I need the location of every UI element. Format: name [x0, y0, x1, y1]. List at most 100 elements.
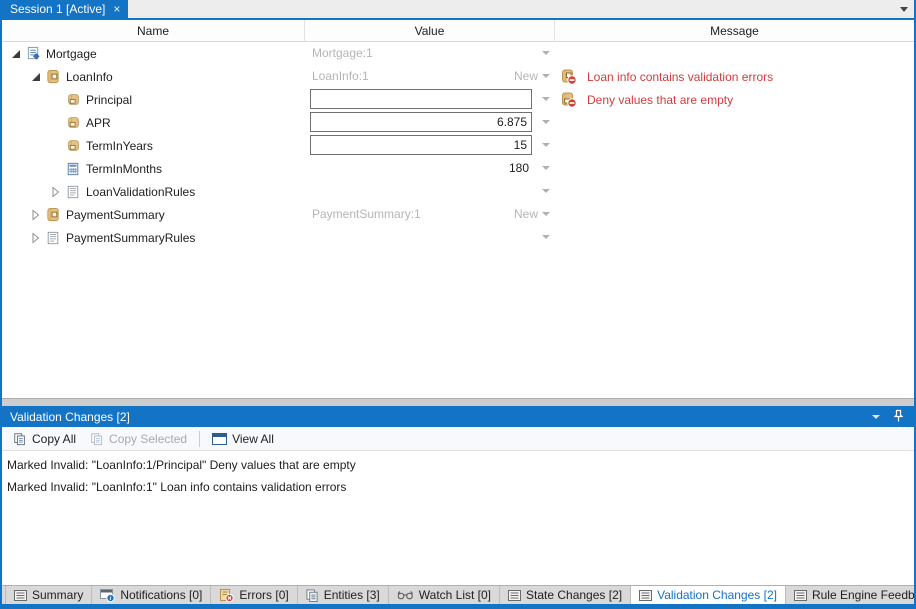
- tree-row-mortgage[interactable]: Mortgage Mortgage:1: [2, 42, 914, 65]
- tab-notifications[interactable]: i Notifications [0]: [92, 586, 211, 604]
- copy-selected-button[interactable]: Copy Selected: [85, 430, 192, 448]
- value-cell: [305, 88, 555, 111]
- apr-value-input[interactable]: [310, 112, 532, 132]
- tab-state-changes[interactable]: State Changes [2]: [500, 586, 631, 604]
- tree-row-label: LoanValidationRules: [86, 185, 195, 199]
- tab-validation-changes[interactable]: Validation Changes [2]: [631, 586, 786, 604]
- bottom-tab-bar: Summary i Notifications [0] Errors [0] E…: [2, 585, 914, 604]
- value-dropdown-icon[interactable]: [542, 74, 550, 78]
- copy-icon: [90, 432, 104, 446]
- terminyears-value-input[interactable]: [310, 135, 532, 155]
- tree-row-loaninfo[interactable]: LoanInfo LoanInfo:1 New Loan info contai…: [2, 65, 914, 88]
- expander-expanded-icon[interactable]: [30, 71, 42, 83]
- debug-session-window: Session 1 [Active] × Name Value Message …: [0, 0, 916, 609]
- value-cell[interactable]: 180: [305, 157, 555, 180]
- column-header-message[interactable]: Message: [555, 20, 914, 42]
- tree-row-label: TermInMonths: [86, 162, 162, 176]
- validation-panel-title: Validation Changes [2]: [10, 410, 130, 424]
- entity-icon: [45, 69, 61, 85]
- field-icon: [65, 138, 81, 154]
- panel-menu-chevron-icon[interactable]: [872, 415, 880, 419]
- validation-panel-header[interactable]: Validation Changes [2]: [2, 406, 914, 427]
- value-cell[interactable]: LoanInfo:1 New: [305, 65, 555, 88]
- summary-icon: [14, 590, 27, 601]
- session-tab-strip: Session 1 [Active] ×: [2, 0, 914, 20]
- expander-collapsed-icon[interactable]: [30, 209, 42, 221]
- tree-row-label: PaymentSummaryRules: [66, 231, 195, 245]
- tree-row-terminmonths[interactable]: TermInMonths 180: [2, 157, 914, 180]
- value-dropdown-icon[interactable]: [542, 120, 550, 124]
- toolbar-separator: [199, 431, 200, 447]
- tab-session-1[interactable]: Session 1 [Active] ×: [2, 0, 128, 18]
- copy-all-label: Copy All: [32, 432, 76, 446]
- session-tab-title: Session 1 [Active]: [10, 2, 105, 16]
- validation-message: Loan info contains validation errors: [587, 70, 773, 84]
- rules-icon: [65, 184, 81, 200]
- tab-errors[interactable]: Errors [0]: [211, 586, 297, 604]
- value-dropdown-icon[interactable]: [542, 212, 550, 216]
- view-all-button[interactable]: View All: [207, 430, 279, 448]
- value-cell[interactable]: [305, 180, 555, 203]
- column-header-value[interactable]: Value: [305, 20, 555, 42]
- tree-row-terminyears[interactable]: TermInYears: [2, 134, 914, 157]
- value-readonly: 180: [509, 161, 529, 175]
- value-cell[interactable]: [305, 226, 555, 249]
- field-icon: [65, 92, 81, 108]
- validation-message-row[interactable]: Marked Invalid: "LoanInfo:1" Loan info c…: [2, 476, 914, 498]
- tab-list-dropdown-icon[interactable]: [900, 7, 908, 12]
- expander-expanded-icon[interactable]: [10, 48, 22, 60]
- message-cell: Deny values that are empty: [555, 88, 914, 111]
- panel-splitter[interactable]: [2, 398, 914, 406]
- value-dropdown-icon[interactable]: [542, 235, 550, 239]
- tab-summary[interactable]: Summary: [5, 586, 92, 604]
- tree-row-apr[interactable]: APR: [2, 111, 914, 134]
- entities-icon: [306, 589, 319, 602]
- value-cell: [305, 111, 555, 134]
- expander-collapsed-icon[interactable]: [50, 186, 62, 198]
- value-cell: [305, 134, 555, 157]
- value-dropdown-icon[interactable]: [542, 189, 550, 193]
- validation-message-row[interactable]: Marked Invalid: "LoanInfo:1/Principal" D…: [2, 454, 914, 476]
- tree-row-principal[interactable]: Principal Deny values that are empty: [2, 88, 914, 111]
- expander-collapsed-icon[interactable]: [30, 232, 42, 244]
- window-icon: [212, 433, 227, 445]
- field-icon: [65, 115, 81, 131]
- tree-row-loanvalidationrules[interactable]: LoanValidationRules: [2, 180, 914, 203]
- view-all-label: View All: [232, 432, 274, 446]
- field-deny-icon: [561, 92, 577, 108]
- tree-row-label: Mortgage: [46, 47, 97, 61]
- tab-entities[interactable]: Entities [3]: [298, 586, 389, 604]
- copy-all-button[interactable]: Copy All: [8, 430, 81, 448]
- tree-row-label: LoanInfo: [66, 70, 113, 84]
- column-header-name[interactable]: Name: [2, 20, 305, 42]
- value-dropdown-icon[interactable]: [542, 51, 550, 55]
- pin-icon[interactable]: [893, 409, 904, 423]
- calculated-field-icon: [65, 161, 81, 177]
- entity-instance-icon: [25, 46, 41, 62]
- window-bottom-border: [2, 604, 914, 609]
- tree-row-paymentsummaryrules[interactable]: PaymentSummaryRules: [2, 226, 914, 249]
- value-cell[interactable]: Mortgage:1: [305, 42, 555, 65]
- tree-row-paymentsummary[interactable]: PaymentSummary PaymentSummary:1 New: [2, 203, 914, 226]
- value-readonly: LoanInfo:1: [312, 69, 369, 83]
- validation-panel-toolbar: Copy All Copy Selected View All: [2, 427, 914, 451]
- close-icon[interactable]: ×: [113, 3, 120, 15]
- copy-icon: [13, 432, 27, 446]
- list-icon: [508, 590, 521, 601]
- validation-messages-list: Marked Invalid: "LoanInfo:1/Principal" D…: [2, 451, 914, 584]
- value-state: New: [514, 207, 538, 221]
- list-icon: [794, 590, 807, 601]
- errors-icon: [219, 589, 234, 602]
- tab-watch-list[interactable]: Watch List [0]: [389, 586, 500, 604]
- value-dropdown-icon[interactable]: [542, 166, 550, 170]
- value-dropdown-icon[interactable]: [542, 143, 550, 147]
- tree-row-label: PaymentSummary: [66, 208, 165, 222]
- principal-value-input[interactable]: [310, 89, 532, 109]
- rules-icon: [45, 230, 61, 246]
- tree-row-label: TermInYears: [86, 139, 153, 153]
- tab-rule-engine-feedback[interactable]: Rule Engine Feedback [19]: [786, 586, 916, 604]
- tree-row-label: Principal: [86, 93, 132, 107]
- value-dropdown-icon[interactable]: [542, 97, 550, 101]
- value-readonly: Mortgage:1: [312, 46, 373, 60]
- value-cell[interactable]: PaymentSummary:1 New: [305, 203, 555, 226]
